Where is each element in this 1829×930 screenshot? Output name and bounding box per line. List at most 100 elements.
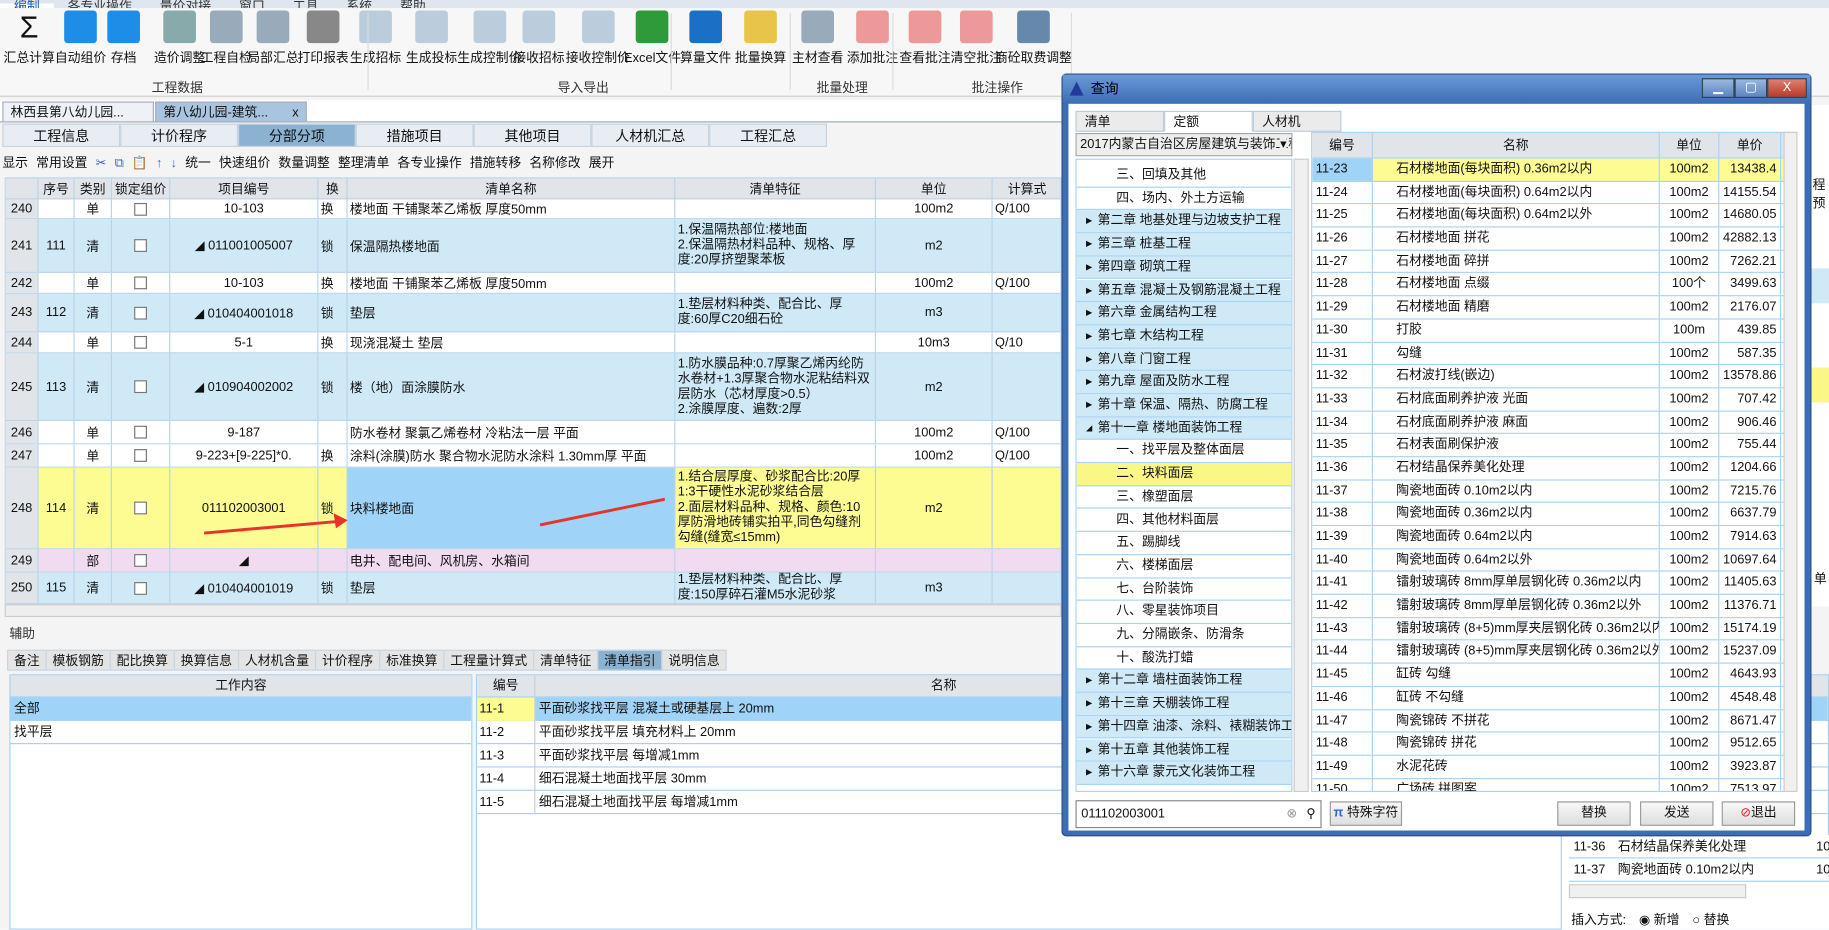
tree-node[interactable]: 四、其他材料面层 — [1076, 509, 1292, 533]
maximize-button[interactable]: ▢ — [1734, 78, 1768, 98]
tree-node[interactable]: 三、回填及其他 — [1076, 164, 1292, 188]
toolbar-menu-4[interactable]: 数量调整 — [279, 156, 330, 170]
tab-aux[interactable]: 备注 — [6, 649, 47, 671]
quota-row[interactable]: 11-23 石材楼地面(每块面积) 0.36m2以内 100m2 13438.4 — [1312, 158, 1797, 182]
tab-module[interactable]: 工程汇总 — [709, 123, 828, 147]
minimize-button[interactable]: ▁ — [1701, 78, 1735, 98]
tab-aux[interactable]: 工程量计算式 — [443, 649, 535, 671]
table-row[interactable]: 250 115 清 ◢ 010404001019 锁垫层 1.垫层材料种类、配合比、厚度:… — [5, 572, 1061, 604]
grid-horizontal-scrollbar[interactable] — [4, 604, 1062, 618]
ribbon-button-doc-export[interactable]: 生成投标 — [406, 10, 457, 66]
close-icon[interactable]: x — [292, 103, 298, 124]
quota-row[interactable]: 11-44 镭射玻璃砖 (8+5)mm厚夹层钢化砖 0.36m2以外 100m2 15… — [1312, 640, 1797, 664]
grid-cell-lock[interactable] — [112, 272, 171, 293]
grid-cell-lock[interactable] — [112, 467, 171, 549]
table-row[interactable]: 241 111 清 ◢ 011001005007 锁保温隔热楼地面 1.保温隔热部位:楼地… — [5, 219, 1061, 273]
tab-module[interactable]: 计价程序 — [120, 123, 238, 147]
quota-header-cell[interactable]: 编号 — [1312, 132, 1373, 159]
quota-row[interactable]: 11-27 石材楼地面 碎拼 100m2 7262.21 — [1312, 250, 1797, 274]
doc-tab-1[interactable]: 林西县第八幼儿园... — [2, 101, 154, 123]
quota-row[interactable]: 11-47 陶瓷锦砖 不拼花 100m2 8671.47 — [1312, 709, 1797, 733]
search-icon[interactable]: ⚲ — [1306, 801, 1315, 827]
tree-node[interactable]: ▶ 第四章 砌筑工程 — [1076, 256, 1292, 280]
quota-row[interactable]: 11-43 镭射玻璃砖 (8+5)mm厚夹层钢化砖 0.36m2以内 100m2 15… — [1312, 617, 1797, 641]
doc-tab-2[interactable]: 第八幼儿园-建筑... x — [155, 101, 307, 124]
quota-row[interactable]: 11-35 石材表面刷保护液 100m2 755.44 — [1312, 434, 1797, 458]
tree-node[interactable]: 四、场内、外土方运输 — [1076, 187, 1292, 211]
tab-aux[interactable]: 说明信息 — [661, 649, 727, 671]
tab-aux[interactable]: 清单指引 — [597, 649, 663, 671]
quota-row[interactable]: 11-38 陶瓷地面砖 0.36m2以内 100m2 6637.79 — [1312, 503, 1797, 527]
toolbar-menu-3[interactable]: 快速组价 — [219, 156, 270, 170]
grid-header-cell[interactable]: 类别 — [75, 178, 112, 200]
tree-node[interactable]: ▶ 第九章 屋面及防水工程 — [1076, 371, 1292, 395]
grid-header-cell[interactable] — [6, 178, 39, 200]
quota-row[interactable]: 11-50 广场砖 拼图案 100m2 7513.97 — [1312, 778, 1796, 791]
quota-row[interactable]: 11-42 镭射玻璃砖 8mm厚单层钢化砖 0.36m2以外 100m2 11376.… — [1312, 594, 1797, 618]
tree-node[interactable]: 三、橡塑面层 — [1076, 486, 1292, 510]
tab-aux[interactable]: 计价程序 — [314, 649, 381, 671]
tree-node[interactable]: ▶ 第六章 金属结构工程 — [1076, 302, 1292, 326]
table-row[interactable]: 247 单 9-223+[9-225]*0. 换涂料(涂膜)防水 聚合物水泥防水涂料 … — [5, 444, 1061, 468]
dialog-title-bar[interactable]: 查询 ▁ ▢ X — [1062, 74, 1811, 104]
work-content-item[interactable]: 找平层 — [10, 721, 472, 745]
quota-row[interactable]: 11-31 勾缝 100m2 587.35 — [1312, 342, 1797, 366]
grid-header-cell[interactable]: 单位 — [876, 178, 993, 200]
table-row[interactable]: 243 112 清 ◢ 010404001018 锁垫层 1.垫层材料种类、配合比、厚度:… — [5, 293, 1061, 333]
tab-module[interactable]: 工程信息 — [2, 123, 121, 147]
lock-checkbox[interactable] — [134, 380, 147, 394]
table-row[interactable]: 248 114 清 011102003001 锁块料楼地面 1.结合层厚度、砂浆配合比:2… — [5, 467, 1061, 550]
grid-cell-lock[interactable] — [112, 572, 171, 604]
toolbar-menu-5[interactable]: 整理清单 — [338, 156, 389, 170]
tree-node[interactable]: ▶ 第二章 地基处理与边坡支护工程 — [1076, 210, 1292, 234]
tree-node[interactable]: ▶ 第三章 桩基工程 — [1076, 233, 1292, 257]
table-row[interactable]: 244 单 5-1 换现浇混凝土 垫层 10m3 Q/10 — [5, 332, 1061, 354]
ribbon-button-doc-import[interactable]: 接收控制价 — [566, 10, 630, 66]
exit-button[interactable]: ⊘退出 — [1721, 801, 1796, 826]
tree-scrollbar[interactable] — [1293, 158, 1309, 793]
toolbar-menu-8[interactable]: 名称修改 — [529, 156, 580, 170]
ribbon-button-batch[interactable]: 批量换算 — [735, 10, 786, 66]
collapsed-arrow-icon[interactable]: ▶ — [1086, 325, 1092, 347]
ribbon-button-doc-check[interactable]: 工程自检 — [201, 10, 252, 66]
table-row[interactable]: 240 单 10-103 换楼地面 干铺聚苯乙烯板 厚度50mm 100m2 Q/100 — [5, 199, 1061, 220]
quota-row[interactable]: 11-46 缸砖 不勾缝 100m2 4548.48 — [1312, 686, 1797, 710]
ribbon-button-cloud[interactable]: 自动组价 — [55, 10, 106, 66]
tree-node[interactable]: 二、块料面层 — [1076, 463, 1292, 487]
toolbar-menu-0[interactable]: 显示 — [2, 156, 28, 170]
tree-node[interactable]: 十、酸洗打蜡 — [1076, 647, 1292, 670]
ribbon-button-sigma[interactable]: Σ 汇总计算 — [3, 10, 54, 66]
lock-checkbox[interactable] — [134, 554, 147, 567]
radio-replace[interactable]: ○ 替换 — [1692, 913, 1729, 927]
collapsed-arrow-icon[interactable]: ▶ — [1086, 302, 1092, 324]
tree-node[interactable]: ▶ 第八章 门窗工程 — [1076, 348, 1292, 372]
grid-cell-lock[interactable] — [112, 332, 171, 353]
replace-button[interactable]: 替换 — [1557, 801, 1631, 826]
grid-cell-lock[interactable] — [112, 293, 171, 332]
lock-checkbox[interactable] — [134, 306, 147, 320]
quota-row[interactable]: 11-48 陶瓷锦砖 拼花 100m2 9512.65 — [1312, 732, 1797, 756]
ribbon-button-note-view[interactable]: 查看批注 — [899, 10, 951, 66]
tree-node[interactable]: ▶ 第十五章 其他装饰工程 — [1076, 738, 1292, 762]
quota-row[interactable]: 11-32 石材波打线(嵌边) 100m2 13578.86 — [1312, 365, 1797, 389]
quota-row[interactable]: 11-41 镭射玻璃砖 8mm厚单层钢化砖 0.36m2以内 100m2 11405.… — [1312, 571, 1797, 595]
ribbon-button-pen[interactable]: 商砼取费调整 — [995, 10, 1072, 66]
dialog-tab[interactable]: 定额 — [1164, 110, 1253, 132]
toolbar-icon[interactable]: 📋 — [132, 156, 148, 170]
quota-row[interactable]: 11-34 石材底面刷养护液 麻面 100m2 906.46 — [1312, 411, 1797, 435]
grid-header-cell[interactable]: 清单名称 — [348, 178, 676, 200]
grid-header-cell[interactable]: 换 — [318, 178, 348, 200]
dialog-tab[interactable]: 人材机 — [1252, 110, 1342, 132]
tree-node[interactable]: 九、分隔嵌条、防滑条 — [1076, 624, 1292, 648]
tree-node[interactable]: 八、零星装饰项目 — [1076, 601, 1292, 625]
quota-row[interactable]: 11-45 缸砖 勾缝 100m2 4643.93 — [1312, 663, 1797, 687]
lock-checkbox[interactable] — [134, 335, 147, 349]
table-row[interactable]: 245 113 清 ◢ 010904002002 锁楼（地）面涂膜防水 1.防水膜品种:0… — [5, 353, 1061, 422]
ribbon-button-calculator-doc[interactable]: 造价调整 — [154, 10, 205, 66]
radio-new[interactable]: ◉ 新增 — [1639, 913, 1679, 927]
ribbon-button-note-add[interactable]: 添加批注 — [847, 10, 898, 66]
toolbar-menu-1[interactable]: 常用设置 — [36, 156, 87, 170]
quota-row[interactable]: 11-26 石材楼地面 拼花 100m2 42882.13 — [1312, 227, 1797, 251]
grid-header-cell[interactable]: 锁定组价 — [112, 178, 171, 200]
toolbar-icon[interactable]: ⧉ — [115, 156, 124, 170]
